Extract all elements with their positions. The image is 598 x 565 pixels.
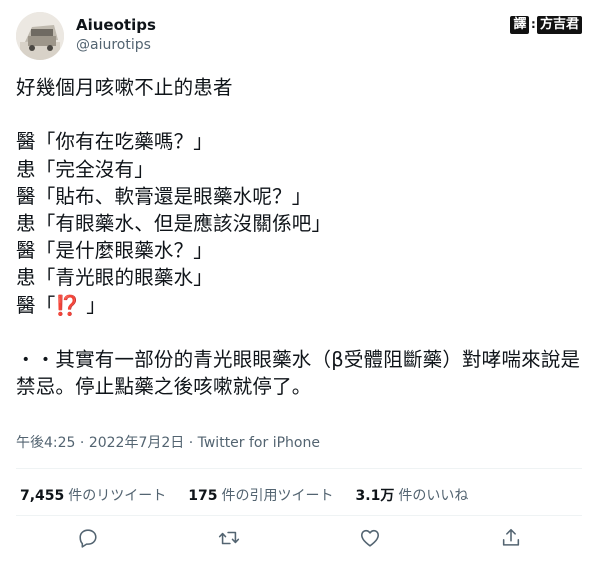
translator-watermark: 譯 ∶ 方吉君	[510, 14, 582, 36]
likes-label: 件のいいね	[398, 488, 469, 504]
retweets-stat[interactable]: 7,455 件のリツイート	[20, 485, 166, 505]
likes-stat[interactable]: 3.1万 件のいいね	[356, 485, 469, 505]
tweet-conclusion: ・・其實有一部份的青光眼眼藥水（β受體阻斷藥）對哮喘來說是禁忌。停止點藥之後咳嗽…	[16, 348, 581, 399]
tweet-header: Aiueotips @aiurotips 譯 ∶ 方吉君	[16, 12, 582, 62]
dialogue-line-7-suffix: 」	[79, 293, 106, 317]
tweet-meta: 午後4:25 · 2022年7月2日 · Twitter for iPhone	[16, 432, 320, 452]
watermark-left-tag: 譯	[510, 16, 530, 34]
quotes-count: 175	[188, 488, 218, 504]
dialogue-line-3: 醫「貼布、軟膏還是眼藥水呢？」	[16, 184, 312, 208]
likes-count: 3.1万	[355, 488, 395, 504]
tweet-intro: 好幾個月咳嗽不止的患者	[16, 76, 233, 99]
dialogue-line-2: 患「完全沒有」	[16, 157, 154, 181]
exclamation-question-emoji-icon: ⁉️	[55, 293, 80, 317]
divider	[16, 468, 582, 469]
retweet-button[interactable]	[218, 527, 242, 551]
quotes-label: 件の引用ツイート	[221, 488, 334, 504]
dialogue-line-5: 醫「是什麼眼藥水？」	[16, 239, 214, 263]
dialogue-line-1: 醫「你有在吃藥嗎？」	[16, 130, 214, 154]
tweet-date[interactable]: 2022年7月2日	[89, 435, 184, 451]
retweets-label: 件のリツイート	[68, 488, 167, 504]
meta-separator: ·	[184, 435, 198, 451]
avatar-image	[16, 12, 64, 60]
dialogue-line-7: 醫「⁉️ 」	[16, 292, 582, 319]
dialogue-line-4: 患「有眼藥水、但是應該沒關係吧」	[16, 212, 332, 235]
quotes-stat[interactable]: 175 件の引用ツイート	[188, 485, 333, 505]
tweet-stats: 7,455 件のリツイート 175 件の引用ツイート 3.1万 件のいいね	[20, 485, 468, 505]
divider	[16, 515, 582, 516]
dialogue-line-7-prefix: 醫「	[16, 293, 56, 317]
tweet-text: 好幾個月咳嗽不止的患者 醫「你有在吃藥嗎？」 患「完全沒有」 醫「貼布、軟膏還是…	[16, 74, 582, 400]
reply-button[interactable]	[77, 527, 101, 551]
display-name[interactable]: Aiueotips	[76, 16, 156, 34]
heart-icon	[360, 529, 380, 547]
retweet-icon	[218, 531, 240, 545]
watermark-right-tag: 方吉君	[536, 16, 582, 34]
reply-icon	[79, 529, 97, 548]
meta-separator: ·	[75, 435, 89, 451]
tweet-source[interactable]: Twitter for iPhone	[198, 435, 320, 451]
dialogue-line-6: 患「青光眼的眼藥水」	[16, 266, 214, 290]
avatar[interactable]	[16, 12, 64, 60]
tweet-time[interactable]: 午後4:25	[16, 435, 75, 451]
share-button[interactable]	[500, 527, 524, 551]
retweets-count: 7,455	[20, 488, 65, 504]
watermark-separator: ∶	[531, 18, 535, 32]
user-handle[interactable]: @aiurotips	[76, 37, 151, 53]
like-button[interactable]	[359, 527, 383, 551]
tweet-actions	[16, 527, 582, 555]
share-icon	[502, 528, 520, 546]
